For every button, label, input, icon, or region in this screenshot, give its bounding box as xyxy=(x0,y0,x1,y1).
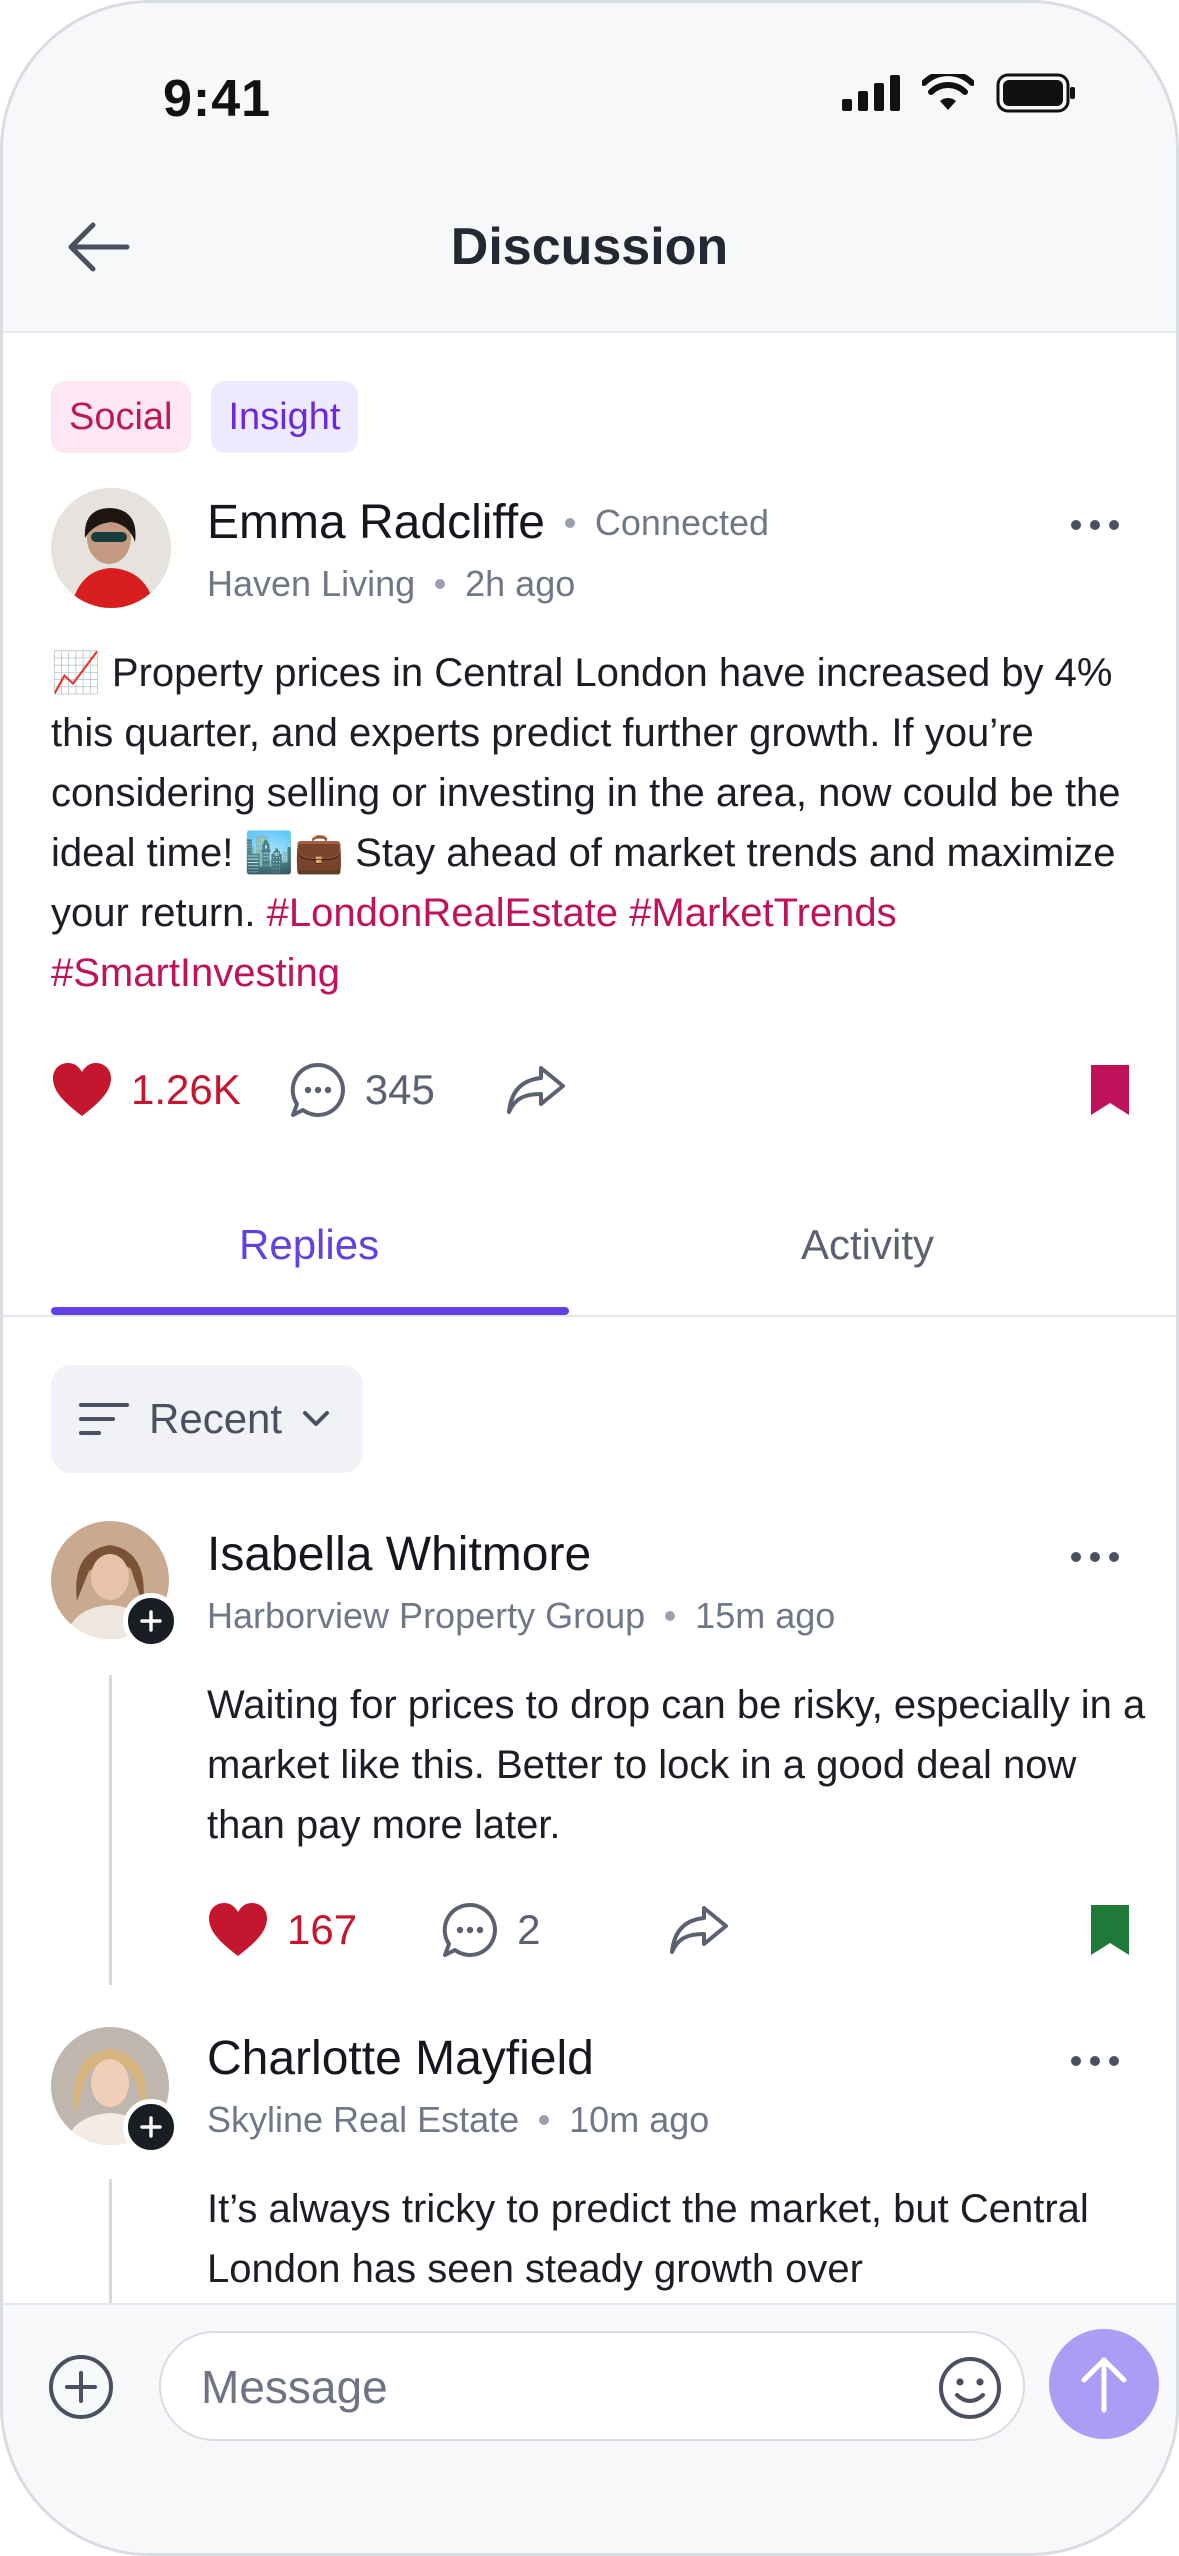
follow-plus-icon[interactable] xyxy=(123,2099,179,2155)
reply-author-name[interactable]: Charlotte Mayfield xyxy=(207,2031,594,2086)
reply-meta: Harborview Property Group 15m ago xyxy=(207,1595,835,1637)
share-icon[interactable] xyxy=(505,1064,567,1116)
page-title: Discussion xyxy=(450,218,729,276)
header: 9:41 Discussion xyxy=(3,3,1176,333)
reply-company: Harborview Property Group xyxy=(207,1595,646,1636)
separator-dot xyxy=(435,579,446,589)
reply-meta: Skyline Real Estate 10m ago xyxy=(207,2099,709,2141)
add-circle-icon[interactable] xyxy=(47,2353,115,2421)
reply-body: It’s always tricky to predict the market… xyxy=(207,2187,1089,2291)
post-company: Haven Living xyxy=(207,563,416,604)
bookmark-icon[interactable] xyxy=(1089,1903,1131,1957)
comment-button[interactable]: 2 xyxy=(441,1901,540,1959)
reply-more-icon[interactable] xyxy=(1071,2051,1131,2071)
separator-dot xyxy=(665,1611,676,1621)
emoji-icon[interactable] xyxy=(937,2355,1003,2421)
battery-icon xyxy=(996,73,1075,113)
separator-dot xyxy=(539,2115,550,2125)
connection-status: Connected xyxy=(594,501,770,543)
reply-time: 10m ago xyxy=(569,2099,710,2140)
post-author-avatar[interactable] xyxy=(51,488,171,608)
message-composer xyxy=(3,2303,1176,2553)
heart-icon xyxy=(209,1903,267,1956)
like-button[interactable]: 167 xyxy=(207,1902,357,1958)
phone-screen: 9:41 Discussion Social Insight Emma Radc… xyxy=(0,0,1179,2556)
thread-line xyxy=(109,1675,112,1985)
reply-more-icon[interactable] xyxy=(1071,1547,1131,1567)
post-author-line: Emma Radcliffe Connected xyxy=(207,495,769,550)
comment-count: 345 xyxy=(364,1066,435,1113)
status-icons xyxy=(842,73,1076,113)
comment-icon xyxy=(442,1902,498,1957)
sort-label: Recent xyxy=(149,1395,283,1442)
reply-author-name[interactable]: Isabella Whitmore xyxy=(207,1527,591,1582)
message-input[interactable] xyxy=(201,2357,901,2417)
avatar-photo xyxy=(51,488,171,608)
sort-dropdown[interactable]: Recent xyxy=(51,1365,363,1473)
tag-social[interactable]: Social xyxy=(51,381,191,453)
comment-count: 2 xyxy=(517,1906,541,1953)
message-field xyxy=(159,2331,1025,2441)
status-time: 9:41 xyxy=(163,70,272,128)
post-tags: Social Insight xyxy=(51,381,359,453)
comment-button[interactable]: 345 xyxy=(289,1061,435,1119)
reply-body: Waiting for prices to drop can be risky,… xyxy=(207,1683,1146,1847)
tab-bar: Replies Activity xyxy=(3,1193,1176,1317)
reply-company: Skyline Real Estate xyxy=(207,2099,520,2140)
chevron-down-icon xyxy=(303,1411,330,1426)
like-count: 167 xyxy=(287,1906,358,1953)
post-more-icon[interactable] xyxy=(1071,515,1131,535)
post-meta: Haven Living 2h ago xyxy=(207,563,575,605)
comment-icon xyxy=(290,1062,345,1117)
post-author-name[interactable]: Emma Radcliffe xyxy=(207,495,545,550)
tag-insight[interactable]: Insight xyxy=(210,381,359,453)
wifi-icon xyxy=(922,74,974,110)
heart-icon xyxy=(53,1063,111,1116)
bookmark-icon[interactable] xyxy=(1089,1063,1131,1117)
reply-actions: 167 2 xyxy=(207,1901,1131,1959)
post-actions: 1.26K 345 xyxy=(51,1061,1131,1119)
like-button[interactable]: 1.26K xyxy=(51,1062,241,1118)
reply-time: 15m ago xyxy=(695,1595,836,1636)
active-tab-indicator xyxy=(51,1307,569,1315)
separator-dot xyxy=(564,517,575,528)
sort-lines-icon xyxy=(79,1403,129,1435)
share-icon[interactable] xyxy=(668,1904,730,1956)
tab-replies[interactable]: Replies xyxy=(239,1221,379,1269)
follow-plus-icon[interactable] xyxy=(123,1593,179,1649)
cellular-signal-icon xyxy=(842,75,900,111)
post-time: 2h ago xyxy=(465,563,576,604)
arrow-up-icon xyxy=(1081,2357,1127,2413)
thread-line xyxy=(109,2179,112,2303)
like-count: 1.26K xyxy=(131,1066,241,1113)
send-button[interactable] xyxy=(1049,2329,1159,2439)
post-body: 📈 Property prices in Central London have… xyxy=(51,643,1131,1003)
tab-activity[interactable]: Activity xyxy=(801,1221,934,1269)
